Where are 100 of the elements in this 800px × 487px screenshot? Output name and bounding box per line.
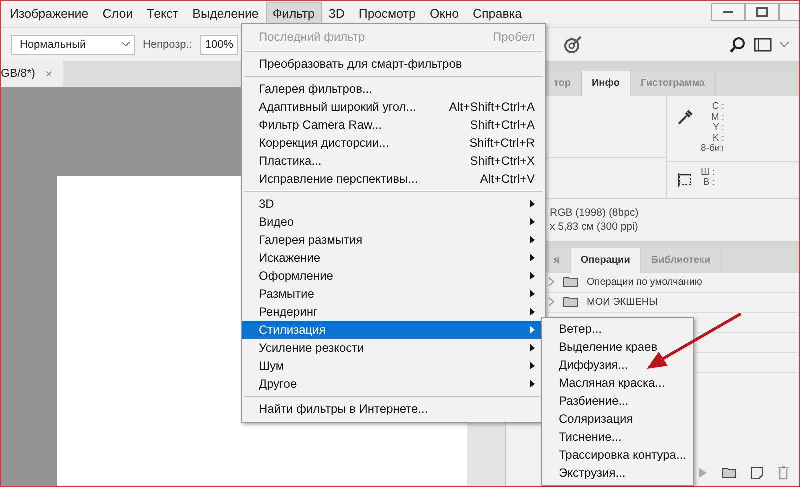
- menu-item-label: Найти фильтры в Интернете...: [259, 402, 430, 416]
- menu-item[interactable]: Другое: [242, 375, 545, 393]
- menu-item[interactable]: Просмотр: [352, 2, 423, 26]
- folder-icon: [563, 296, 579, 308]
- menu-item[interactable]: 3D: [242, 195, 545, 213]
- submenu-arrow-icon: [530, 236, 535, 244]
- document-info: x 5,83 см (300 ppi): [550, 220, 640, 232]
- menu-item-label: 3D: [259, 197, 276, 211]
- color-readout: 8-бит: [701, 144, 725, 154]
- menu-item-label: Пластика...: [259, 154, 323, 168]
- menu-item[interactable]: Выделение краев: [542, 338, 693, 356]
- submenu-arrow-icon: [530, 290, 535, 298]
- document-title: GB/8*): [1, 68, 36, 80]
- menu-item-label: Преобразовать для смарт-фильтров: [259, 57, 464, 71]
- target-brush-icon[interactable]: [564, 36, 582, 54]
- submenu-arrow-icon: [530, 344, 535, 352]
- menu-item[interactable]: Окно: [422, 2, 466, 26]
- opacity-label: Непрозр.:: [143, 38, 192, 50]
- minimize-icon: [723, 10, 733, 14]
- menu-item[interactable]: Слои: [96, 2, 140, 26]
- search-icon[interactable]: [730, 36, 746, 52]
- menu-item-label: Другое: [259, 377, 298, 391]
- shortcut-label: Shift+Ctrl+X: [470, 154, 535, 168]
- menu-item[interactable]: Диффузия...: [542, 356, 693, 374]
- submenu-arrow-icon: [530, 254, 535, 262]
- new-item-icon[interactable]: [751, 466, 764, 480]
- document-tab[interactable]: GB/8*) ×: [1, 61, 63, 87]
- submenu-arrow-icon: [530, 326, 535, 334]
- maximize-button[interactable]: [745, 3, 779, 21]
- menu-item-label: Искажение: [259, 251, 322, 265]
- menu-item[interactable]: Масляная краска...: [542, 374, 693, 392]
- menu-item[interactable]: Фильтр Camera Raw... Shift+Ctrl+A: [242, 116, 545, 134]
- menu-item[interactable]: 3D: [322, 2, 352, 26]
- color-readout: M :: [711, 112, 725, 123]
- submenu-arrow-icon: [530, 200, 535, 208]
- shortcut-label: Shift+Ctrl+A: [470, 118, 535, 132]
- menu-item[interactable]: Размытие: [242, 285, 545, 303]
- workspace-icon[interactable]: [754, 38, 772, 52]
- maximize-icon: [756, 7, 768, 17]
- menu-item-label: Галерея фильтров...: [259, 82, 374, 96]
- menu-item[interactable]: Шум: [242, 357, 545, 375]
- caret-icon[interactable]: [780, 42, 789, 48]
- menu-item[interactable]: Пластика... Shift+Ctrl+X: [242, 152, 545, 170]
- document-info: RGB (1998) (8bpc): [550, 206, 640, 218]
- menu-item-label: Коррекция дисторсии...: [259, 136, 390, 150]
- menu-item[interactable]: Видео: [242, 213, 545, 231]
- size-readout: В :: [703, 178, 715, 188]
- folder-icon[interactable]: [722, 467, 737, 479]
- menu-item[interactable]: Галерея фильтров...: [242, 80, 545, 98]
- minimize-button[interactable]: [711, 3, 745, 21]
- menu-item[interactable]: Преобразовать для смарт-фильтров: [242, 55, 545, 73]
- submenu-arrow-icon: [530, 362, 535, 370]
- menu-item-label: Видео: [259, 215, 296, 229]
- menu-item[interactable]: Тиснение...: [542, 428, 693, 446]
- blend-mode-dropdown[interactable]: Нормальный: [11, 34, 135, 54]
- color-readout: C :: [712, 102, 725, 112]
- menu-item-label: Фильтр Camera Raw...: [259, 118, 384, 132]
- menu-item[interactable]: Галерея размытия: [242, 231, 545, 249]
- menu-item-label: Стилизация: [259, 323, 327, 337]
- panel-tab[interactable]: Операции: [570, 248, 642, 272]
- menu-item[interactable]: Ветер...: [542, 320, 693, 338]
- menu-item-label: Оформление: [259, 269, 334, 283]
- menu-item[interactable]: Коррекция дисторсии... Shift+Ctrl+R: [242, 134, 545, 152]
- menu-item[interactable]: Экструзия...: [542, 464, 693, 482]
- menu-item[interactable]: Адаптивный широкий угол... Alt+Shift+Ctrl+A: [242, 98, 545, 116]
- submenu-arrow-icon: [530, 308, 535, 316]
- menu-item-label: Последний фильтр: [259, 30, 366, 44]
- shortcut-label: Alt+Shift+Ctrl+A: [449, 100, 535, 114]
- menu-item[interactable]: Исправление перспективы... Alt+Ctrl+V: [242, 170, 545, 188]
- shortcut-label: Shift+Ctrl+R: [470, 136, 535, 150]
- menu-item-label: Исправление перспективы...: [259, 172, 420, 186]
- menu-item-label: Шум: [259, 359, 286, 373]
- shortcut-label: Пробел: [493, 30, 535, 44]
- menu-item-label: Усиление резкости: [259, 341, 366, 355]
- opacity-field[interactable]: 100%: [200, 34, 238, 54]
- menu-item[interactable]: Изображение: [3, 2, 96, 26]
- color-readout: K :: [712, 134, 725, 144]
- eyedropper-icon: [677, 110, 693, 126]
- submenu-arrow-icon: [530, 272, 535, 280]
- shortcut-label: Alt+Ctrl+V: [480, 172, 535, 186]
- menu-item[interactable]: Рендеринг: [242, 303, 545, 321]
- submenu-arrow-icon: [530, 380, 535, 388]
- menu-item[interactable]: Соляризация: [542, 410, 693, 428]
- folder-icon: [563, 276, 579, 288]
- caret-icon: [122, 42, 130, 47]
- color-readout: Y :: [713, 123, 725, 134]
- menu-item[interactable]: Искажение: [242, 249, 545, 267]
- menu-item-label: Рендеринг: [259, 305, 319, 319]
- panel-tab[interactable]: Инфо: [582, 71, 631, 96]
- menu-item[interactable]: Справка: [466, 2, 530, 26]
- menu-item[interactable]: Выделение: [186, 2, 266, 26]
- menu-item[interactable]: Разбиение...: [542, 392, 693, 410]
- menu-item[interactable]: Трассировка контура...: [542, 446, 693, 464]
- menu-item[interactable]: Усиление резкости: [242, 339, 545, 357]
- menu-item-label: Адаптивный широкий угол...: [259, 100, 418, 114]
- menu-item[interactable]: Текст: [140, 2, 186, 26]
- size-readout: Ш :: [701, 168, 715, 178]
- menu-item[interactable]: Оформление: [242, 267, 545, 285]
- menu-item[interactable]: Найти фильтры в Интернете...: [242, 400, 545, 418]
- selection-size-icon: [677, 172, 693, 188]
